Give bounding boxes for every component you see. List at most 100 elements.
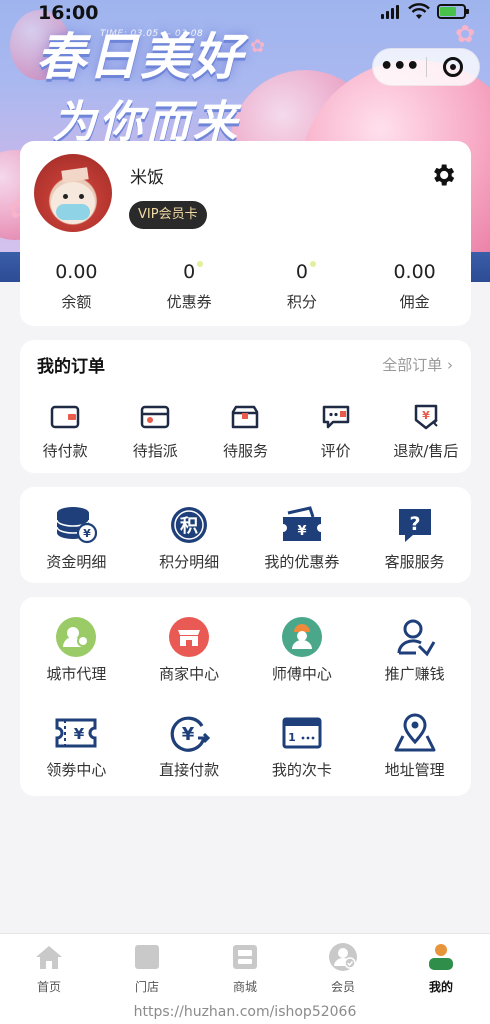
worker-center-item[interactable]: 师傅中心 — [246, 617, 359, 684]
new-dot-icon — [196, 261, 203, 267]
tool-label: 领劵中心 — [46, 761, 107, 779]
close-button[interactable] — [426, 57, 479, 77]
service-label: 资金明细 — [46, 553, 107, 571]
tool-label: 地址管理 — [384, 761, 445, 779]
svg-text:¥: ¥ — [297, 524, 306, 539]
more-button[interactable]: ••• — [373, 56, 426, 78]
points-details-item[interactable]: 积 积分明细 — [133, 505, 246, 572]
promote-earn-item[interactable]: 推广赚钱 — [358, 617, 471, 684]
stat-value: 0.00 — [393, 261, 436, 283]
store-icon — [135, 945, 159, 969]
tool-label: 师傅中心 — [271, 665, 332, 683]
merchant-center-item[interactable]: 商家中心 — [133, 617, 246, 684]
city-agent-item[interactable]: 城市代理 — [20, 617, 133, 684]
account-stats: 0.00 余额 0 优惠券 0 积分 0.00 佣金 — [20, 261, 471, 312]
svg-text:¥: ¥ — [74, 725, 85, 743]
banner-title: 春日美好 — [36, 28, 244, 86]
service-label: 积分明细 — [159, 553, 220, 571]
member-icon — [329, 943, 357, 971]
tool-label: 我的次卡 — [271, 761, 332, 779]
svg-text:积: 积 — [180, 516, 198, 537]
home-icon — [36, 946, 62, 969]
user-nickname: 米饭 — [130, 168, 164, 188]
order-pending-payment[interactable]: 待付款 — [20, 402, 110, 461]
fund-details-item[interactable]: ¥ 资金明细 — [20, 505, 133, 572]
battery-icon — [437, 4, 469, 19]
tab-member[interactable]: 会员 — [294, 934, 392, 1003]
status-time: 16:00 — [38, 2, 99, 24]
svg-text:¥: ¥ — [182, 724, 195, 745]
tools-card: 城市代理 商家中心 师傅中心 推广赚钱 ¥ 领劵中心 ¥ 直接付款 1 我的次卡… — [20, 597, 471, 796]
target-icon — [442, 57, 463, 77]
gear-icon[interactable] — [429, 161, 457, 189]
direct-pay-item[interactable]: ¥ 直接付款 — [133, 713, 246, 780]
avatar[interactable] — [34, 154, 112, 232]
card-icon — [141, 405, 170, 429]
stat-label: 佣金 — [399, 293, 430, 311]
svg-text:?: ? — [409, 513, 420, 535]
merchant-icon — [169, 617, 210, 657]
my-coupons-item[interactable]: ¥ 我的优惠券 — [246, 505, 359, 572]
pay-icon: ¥ — [170, 716, 211, 752]
orders-card: 我的订单 全部订单 › 待付款 待指派 待服务 评价 ¥ 退款/售后 — [20, 340, 471, 473]
bottom-tab-bar: 首页 门店 商城 会员 我的 — [0, 933, 490, 1003]
coins-icon: ¥ — [56, 507, 98, 544]
order-refund[interactable]: ¥ 退款/售后 — [381, 402, 471, 461]
refund-icon: ¥ — [414, 404, 438, 430]
help-icon: ? — [398, 509, 431, 542]
orders-title: 我的订单 — [37, 357, 105, 377]
order-status-label: 退款/售后 — [393, 442, 459, 460]
svg-text:¥: ¥ — [422, 409, 430, 422]
stat-label: 余额 — [61, 293, 92, 311]
tab-mall[interactable]: 商城 — [196, 934, 294, 1003]
profile-card: 米饭 VIP会员卡 0.00 余额 0 优惠券 0 积分 0.00 佣金 — [20, 141, 471, 326]
order-status-label: 评价 — [320, 442, 351, 460]
all-orders-label: 全部订单 — [382, 356, 443, 374]
worker-icon — [281, 617, 322, 657]
vip-card-badge[interactable]: VIP会员卡 — [129, 201, 207, 229]
order-status-label: 待服务 — [222, 442, 268, 460]
stat-value: 0 — [295, 261, 308, 283]
tool-label: 城市代理 — [46, 665, 107, 683]
tool-label: 直接付款 — [159, 761, 220, 779]
tab-home[interactable]: 首页 — [0, 934, 98, 1003]
order-pending-assign[interactable]: 待指派 — [110, 402, 200, 461]
times-card-item[interactable]: 1 我的次卡 — [246, 713, 359, 780]
all-orders-link[interactable]: 全部订单 › — [382, 354, 453, 375]
signal-icon — [381, 5, 399, 19]
chevron-right-icon: › — [447, 356, 453, 374]
wifi-icon — [408, 3, 430, 19]
times-card-icon: 1 — [282, 717, 322, 749]
promote-icon — [397, 619, 435, 657]
coupon-icon: ¥ — [282, 506, 321, 541]
wallet-icon — [50, 405, 80, 429]
tools-row-1: 城市代理 商家中心 师傅中心 推广赚钱 — [20, 617, 471, 684]
order-status-row: 待付款 待指派 待服务 评价 ¥ 退款/售后 — [20, 402, 471, 461]
city-agent-icon — [56, 617, 97, 657]
stat-commission[interactable]: 0.00 佣金 — [358, 261, 471, 312]
tab-label: 我的 — [428, 980, 453, 994]
order-review[interactable]: 评价 — [291, 402, 381, 461]
stat-balance[interactable]: 0.00 余额 — [20, 261, 133, 312]
mall-icon — [233, 945, 257, 969]
profile-icon — [429, 944, 453, 970]
order-pending-service[interactable]: 待服务 — [200, 402, 290, 461]
tools-row-2: ¥ 领劵中心 ¥ 直接付款 1 我的次卡 地址管理 — [20, 713, 471, 780]
coupon-center-item[interactable]: ¥ 领劵中心 — [20, 713, 133, 780]
tab-label: 门店 — [134, 980, 159, 994]
svg-text:1: 1 — [288, 731, 296, 744]
svg-text:¥: ¥ — [84, 527, 92, 540]
stat-points[interactable]: 0 积分 — [246, 261, 359, 312]
tab-mine[interactable]: 我的 — [392, 934, 490, 1003]
watermark-text: https://huzhan.com/ishop52066 — [0, 1000, 490, 1024]
stat-value: 0.00 — [55, 261, 98, 283]
stat-coupons[interactable]: 0 优惠券 — [133, 261, 246, 312]
address-icon — [394, 713, 436, 752]
tab-store[interactable]: 门店 — [98, 934, 196, 1003]
tab-label: 首页 — [36, 980, 61, 994]
address-manage-item[interactable]: 地址管理 — [358, 713, 471, 780]
customer-service-item[interactable]: ? 客服服务 — [358, 505, 471, 572]
tab-label: 会员 — [330, 980, 355, 994]
ticket-icon: ¥ — [55, 718, 97, 748]
tool-label: 推广赚钱 — [384, 665, 445, 683]
